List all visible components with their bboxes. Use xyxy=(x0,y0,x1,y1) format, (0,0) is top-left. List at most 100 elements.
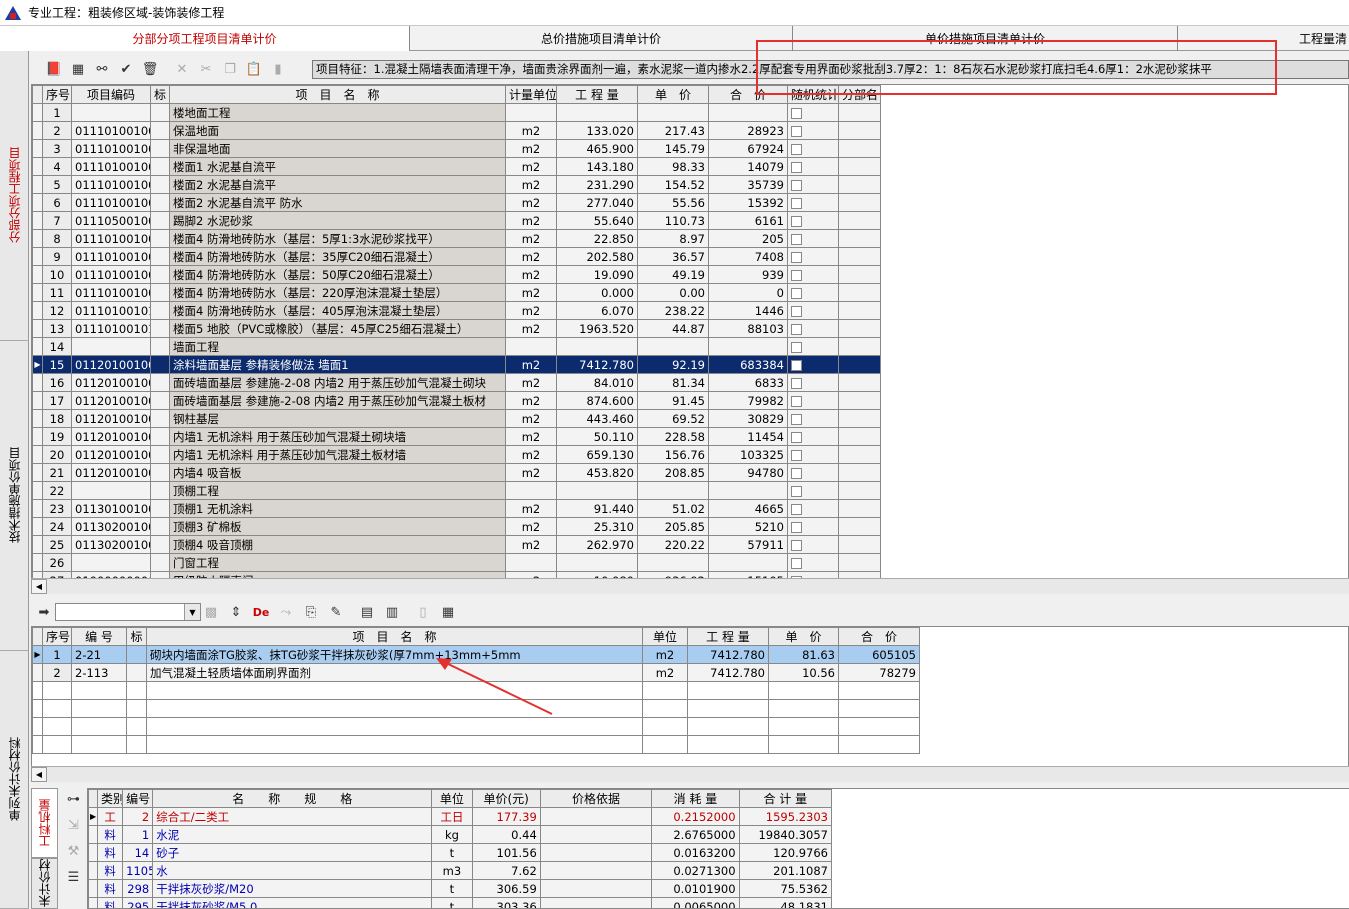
item-name[interactable]: 面砖墙面基层 参建施-2-08 内墙2 用于蒸压砂加气混凝土板材 xyxy=(169,391,506,410)
quota-price[interactable] xyxy=(768,699,839,718)
table-row[interactable]: 8011101001006 楼面4 防滑地砖防水（基层：5厚1:3水泥砂浆找平）m… xyxy=(32,229,881,248)
quota-code[interactable] xyxy=(71,699,127,718)
section-name[interactable] xyxy=(838,319,881,338)
row-no[interactable] xyxy=(42,735,72,754)
checkbox[interactable] xyxy=(791,395,802,407)
section-name[interactable] xyxy=(838,337,881,356)
check-icon[interactable]: ✔ xyxy=(117,60,135,78)
item-price[interactable]: 145.79 xyxy=(637,139,709,158)
item-code[interactable]: 011201001007 xyxy=(71,463,151,482)
save-icon[interactable]: ▮ xyxy=(269,60,287,78)
random-stat-checkbox[interactable] xyxy=(787,463,839,482)
item-total[interactable] xyxy=(708,481,788,500)
item-name[interactable]: 涂料墙面基层 参精装修做法 墙面1 xyxy=(169,355,506,374)
item-name[interactable]: 楼面4 防滑地砖防水（基层：220厚泡沫混凝土垫层） xyxy=(169,283,506,302)
random-stat-checkbox[interactable] xyxy=(787,517,839,536)
checkbox[interactable] xyxy=(791,521,802,533)
item-code[interactable]: 011101001008 xyxy=(71,265,151,284)
quota-name[interactable]: 砌块内墙面涂TG胶浆、抹TG砂浆干拌抹灰砂浆(厚7mm+13mm+5mm xyxy=(146,645,643,664)
random-stat-checkbox[interactable] xyxy=(787,535,839,554)
row-no[interactable]: 23 xyxy=(42,499,72,518)
copy-icon[interactable]: ❐ xyxy=(221,60,239,78)
item-code[interactable] xyxy=(71,481,151,500)
checkbox[interactable] xyxy=(791,251,802,263)
mat-sum[interactable]: 48.1831 xyxy=(738,897,833,908)
item-unit[interactable]: m2 xyxy=(505,409,557,428)
table-row[interactable]: 21011201001007 内墙4 吸音板m2453.820208.859478… xyxy=(32,463,881,482)
random-stat-checkbox[interactable] xyxy=(787,553,839,572)
item-price[interactable] xyxy=(637,337,709,356)
item-total[interactable] xyxy=(708,553,788,572)
item-unit[interactable]: m2 xyxy=(505,373,557,392)
item-total[interactable] xyxy=(708,103,788,122)
row-indicator[interactable] xyxy=(32,229,43,248)
row-indicator[interactable] xyxy=(32,663,43,682)
random-stat-checkbox[interactable] xyxy=(787,355,839,374)
row-indicator[interactable] xyxy=(32,445,43,464)
quota-price[interactable] xyxy=(768,681,839,700)
item-price[interactable]: 8.97 xyxy=(637,229,709,248)
random-stat-checkbox[interactable] xyxy=(787,391,839,410)
table-row[interactable]: 14 墙面工程 xyxy=(32,337,881,356)
quota-qty[interactable] xyxy=(687,735,769,754)
section-name[interactable] xyxy=(838,157,881,176)
table-row[interactable]: 2 2-113 加气混凝土轻质墙体面刷界面剂 m2 7412.780 10.56 78279 xyxy=(32,663,920,682)
mat-name[interactable]: 砂子 xyxy=(152,843,433,862)
item-name[interactable]: 顶棚4 吸音顶棚 xyxy=(169,535,506,554)
table-row[interactable]: 料 1 水泥 kg 0.44 2.6765000 19840.3057 xyxy=(88,825,833,844)
item-total[interactable]: 67924 xyxy=(708,139,788,158)
mat-basis[interactable] xyxy=(539,861,653,880)
row-indicator[interactable] xyxy=(88,879,99,898)
row-indicator[interactable] xyxy=(32,373,43,392)
item-price[interactable] xyxy=(637,553,709,572)
checkbox[interactable] xyxy=(791,413,802,425)
item-unit[interactable] xyxy=(505,103,557,122)
quota-qty[interactable] xyxy=(687,717,769,736)
row-no[interactable]: 7 xyxy=(42,211,72,230)
checkbox[interactable] xyxy=(791,323,802,335)
row-indicator[interactable] xyxy=(32,337,43,356)
section-name[interactable] xyxy=(838,193,881,212)
item-mark[interactable] xyxy=(150,139,170,158)
side-tab-cuoshi[interactable]: 技术措施单价项目 xyxy=(0,341,29,651)
item-price[interactable] xyxy=(637,103,709,122)
quota-mark[interactable] xyxy=(126,735,147,754)
table-row[interactable]: 5011101001004 楼面2 水泥基自流平m2231.290154.5235… xyxy=(32,175,881,194)
section-name[interactable] xyxy=(838,355,881,374)
checkbox[interactable] xyxy=(791,215,802,227)
item-mark[interactable] xyxy=(150,229,170,248)
section-name[interactable] xyxy=(838,391,881,410)
item-price[interactable]: 55.56 xyxy=(637,193,709,212)
row-indicator[interactable] xyxy=(32,157,43,176)
tool-icon[interactable]: ⚒ xyxy=(65,842,83,860)
mat-category[interactable]: 料 xyxy=(97,861,124,880)
item-name[interactable]: 非保温地面 xyxy=(169,139,506,158)
table-row[interactable]: 9011101001007 楼面4 防滑地砖防水（基层：35厚C20细石混凝土）m… xyxy=(32,247,881,266)
tab-zongjia[interactable]: 总价措施项目清单计价 xyxy=(410,26,793,51)
quota-qty[interactable] xyxy=(687,681,769,700)
item-code[interactable]: 011301001001 xyxy=(71,499,151,518)
table-row[interactable]: 2011101001001 保温地面m2133.020217.4328923 xyxy=(32,121,881,140)
row-no[interactable]: 12 xyxy=(42,301,72,320)
quota-price[interactable]: 10.56 xyxy=(768,663,839,682)
row-no[interactable]: 9 xyxy=(42,247,72,266)
item-price[interactable]: 217.43 xyxy=(637,121,709,140)
quota-unit[interactable]: m2 xyxy=(642,645,688,664)
mat-basis[interactable] xyxy=(539,807,653,826)
quota-unit[interactable]: m2 xyxy=(642,663,688,682)
list-icon[interactable]: ☰ xyxy=(65,868,83,886)
section-name[interactable] xyxy=(838,535,881,554)
quota-name[interactable]: 加气混凝土轻质墙体面刷界面剂 xyxy=(146,663,643,682)
table-row[interactable]: ▶15011201001001 涂料墙面基层 参精装修做法 墙面1m27412.7… xyxy=(32,355,881,374)
scroll-left-icon[interactable]: ◀ xyxy=(31,767,47,782)
item-name[interactable]: 墙面工程 xyxy=(169,337,506,356)
row-no[interactable] xyxy=(42,681,72,700)
mat-price[interactable]: 7.62 xyxy=(471,861,541,880)
random-stat-checkbox[interactable] xyxy=(787,301,839,320)
item-total[interactable]: 939 xyxy=(708,265,788,284)
checkbox[interactable] xyxy=(791,197,802,209)
mat-category[interactable]: 料 xyxy=(97,843,124,862)
item-mark[interactable] xyxy=(150,553,170,572)
mat-unit[interactable]: t xyxy=(431,879,473,898)
tab-fenbu[interactable]: 分部分项工程项目清单计价 xyxy=(0,26,410,51)
